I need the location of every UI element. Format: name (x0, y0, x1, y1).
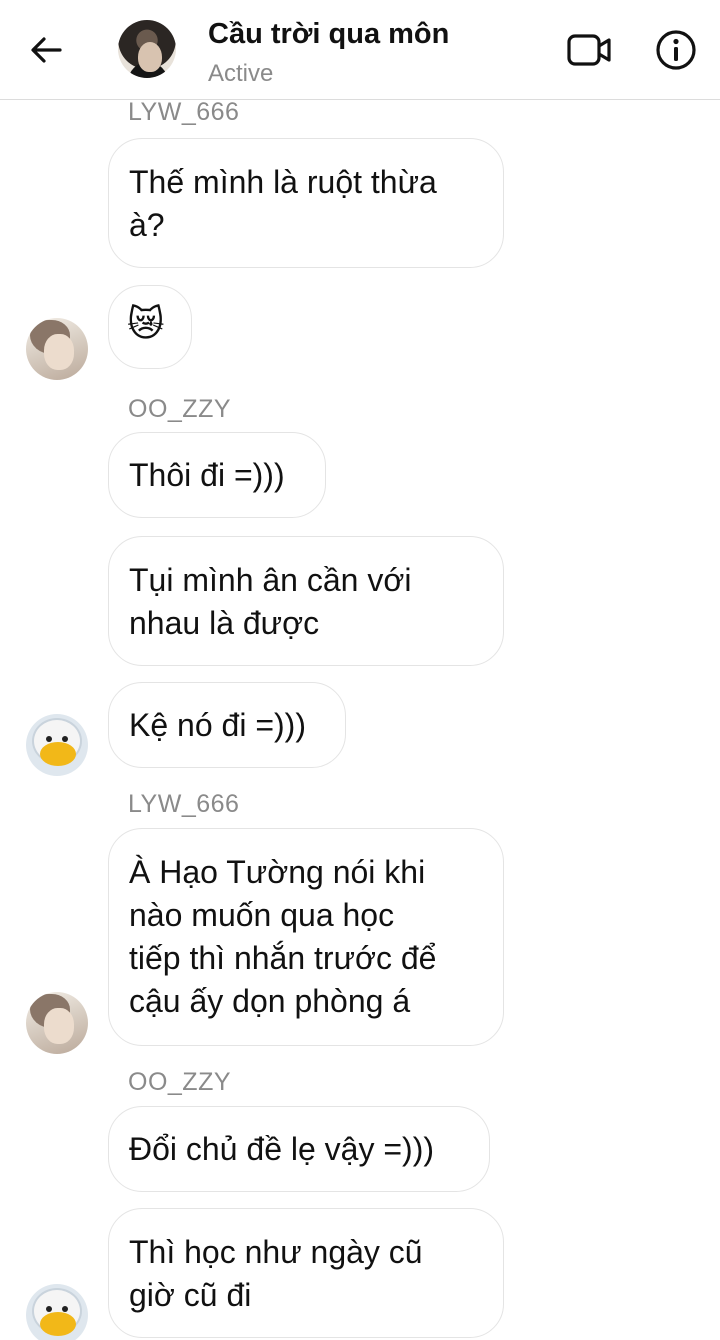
video-camera-icon (567, 34, 611, 66)
arrow-left-icon (31, 37, 62, 63)
chat-header: Cầu trời qua môn Active (0, 0, 720, 100)
sender-name: LYW_666 (128, 98, 240, 126)
avatar[interactable] (26, 992, 88, 1054)
avatar[interactable] (26, 1284, 88, 1340)
message-bubble[interactable]: Đổi chủ đề lẹ vậy =))) (108, 1106, 490, 1192)
info-icon (656, 30, 696, 70)
message-bubble[interactable]: Thôi đi =))) (108, 432, 326, 518)
video-call-button[interactable] (566, 32, 614, 68)
sender-name: OO_ZZY (128, 395, 232, 423)
contact-avatar[interactable] (118, 20, 176, 78)
message-bubble[interactable]: Tụi mình ân cần với nhau là được (108, 536, 504, 666)
back-button[interactable] (26, 30, 66, 70)
message-bubble[interactable]: À Hạo Tường nói khi nào muốn qua học tiế… (108, 828, 504, 1046)
info-button[interactable] (654, 28, 698, 72)
avatar[interactable] (26, 714, 88, 776)
message-bubble[interactable]: Thế mình là ruột thừa à? (108, 138, 504, 268)
active-status: Active (208, 60, 274, 87)
avatar[interactable] (26, 318, 88, 380)
sender-name: OO_ZZY (128, 1068, 232, 1096)
sender-name: LYW_666 (128, 790, 240, 818)
message-bubble[interactable]: Thì học như ngày cũ giờ cũ đi (108, 1208, 504, 1338)
chat-title[interactable]: Cầu trời qua môn (208, 18, 449, 51)
emoji-message[interactable]: 😿 (108, 285, 192, 369)
message-bubble[interactable]: Kệ nó đi =))) (108, 682, 346, 768)
